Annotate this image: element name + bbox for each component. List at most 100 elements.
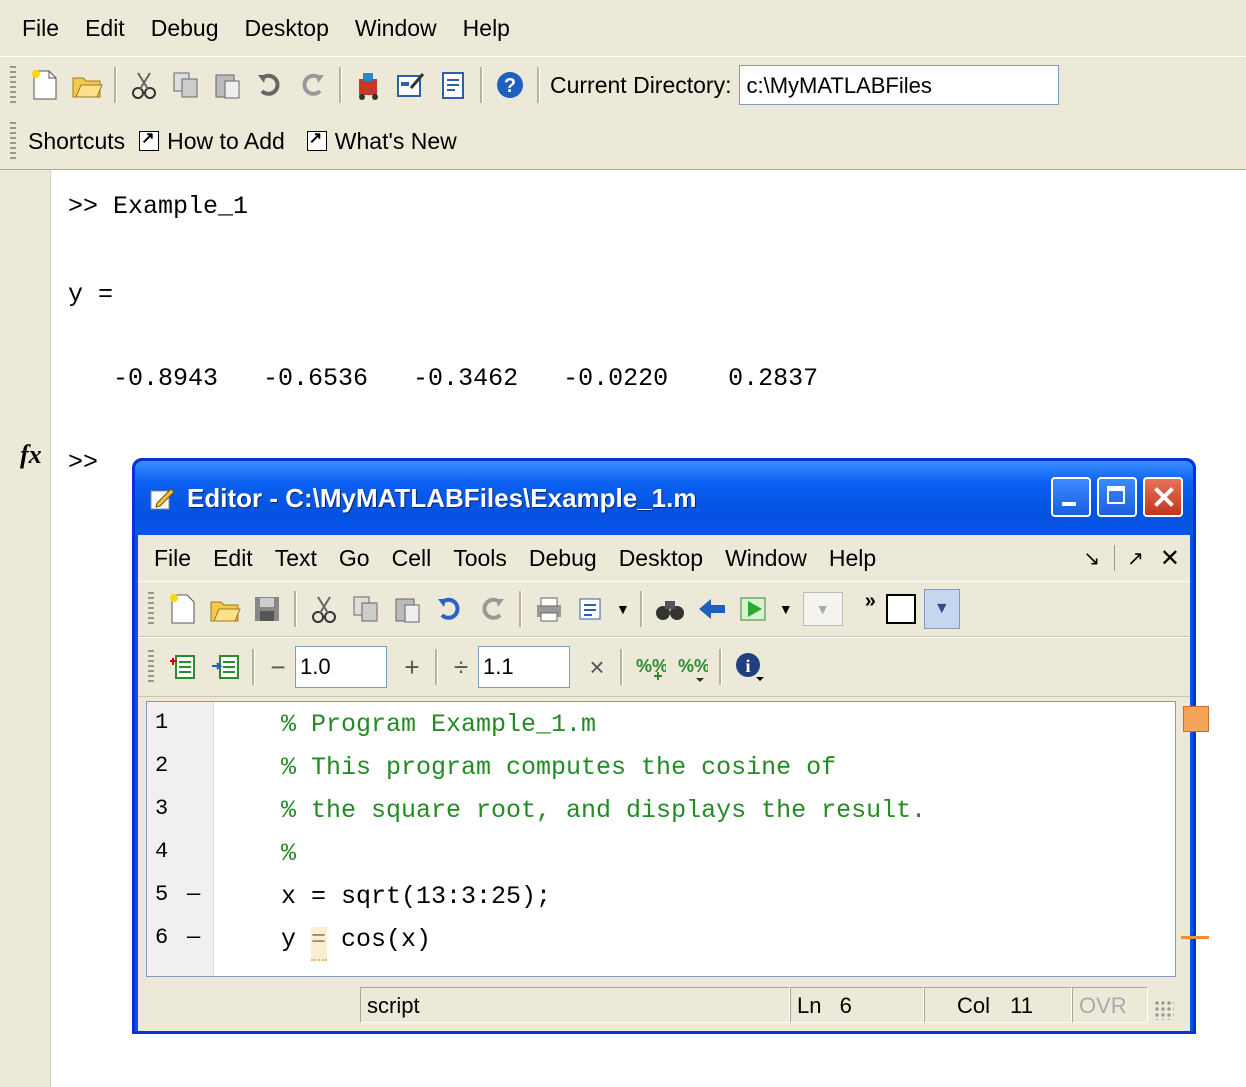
code-line[interactable]: 6 — y = cos(x) — [147, 921, 1157, 963]
editor-menu-tools[interactable]: Tools — [442, 545, 518, 572]
mlint-status-indicator[interactable] — [1183, 706, 1209, 732]
toolbar-grip[interactable] — [10, 66, 16, 104]
command-window-gutter — [0, 170, 51, 1087]
cell-toolbar-grip[interactable] — [148, 650, 154, 684]
info-icon[interactable]: i — [731, 647, 767, 687]
editor-menu-file[interactable]: File — [138, 545, 202, 572]
shortcut-how-to-add-label: How to Add — [167, 127, 285, 154]
multiply-value-input[interactable]: 1.1 — [478, 646, 570, 688]
editor-menu-desktop[interactable]: Desktop — [608, 545, 714, 572]
command-prompt[interactable]: >> — [68, 448, 98, 477]
guide-icon[interactable] — [393, 65, 429, 105]
decrement-button[interactable]: − — [261, 652, 295, 683]
editor-menu-help[interactable]: Help — [818, 545, 887, 572]
layout-dropdown[interactable]: ▼ — [923, 589, 960, 629]
save-icon[interactable] — [249, 589, 285, 629]
publish-icon[interactable] — [573, 589, 609, 629]
close-button[interactable] — [1143, 477, 1183, 517]
shortcut-whats-new[interactable]: What's New — [306, 128, 457, 155]
menu-window[interactable]: Window — [343, 0, 451, 56]
breakpoint-marker[interactable]: — — [187, 882, 200, 907]
insert-cell-divider-icon[interactable] — [165, 647, 201, 687]
command-line-1[interactable]: >> Example_1 — [68, 192, 248, 221]
code-line[interactable]: 2 % This program computes the cosine of — [147, 749, 1157, 791]
editor-menu-go[interactable]: Go — [328, 545, 381, 572]
code-line[interactable]: 1 % Program Example_1.m — [147, 706, 1157, 748]
find-binoculars-icon[interactable] — [652, 589, 688, 629]
current-directory-input[interactable]: c:\MyMATLABFiles — [739, 65, 1060, 105]
open-folder-icon[interactable] — [69, 65, 105, 105]
simulink-icon[interactable] — [351, 65, 387, 105]
evaluate-cell-icon[interactable] — [207, 647, 243, 687]
resize-grip-icon[interactable] — [1154, 1000, 1174, 1020]
redo-icon[interactable] — [474, 589, 510, 629]
help-icon[interactable]: ? — [492, 65, 528, 105]
editor-menu-debug[interactable]: Debug — [518, 545, 608, 572]
toolbar-separator — [620, 649, 623, 685]
editor-close-icon[interactable]: ✕ — [1160, 544, 1180, 573]
increment-value-input[interactable]: 1.0 — [295, 646, 387, 688]
open-folder-icon[interactable] — [207, 589, 243, 629]
increment-button[interactable]: + — [395, 652, 429, 683]
code-line[interactable]: 3 % the square root, and displays the re… — [147, 792, 1157, 834]
editor-toolbar: ▼ ▼ ▼ » ▼ — [138, 581, 1190, 637]
toolbar-separator — [639, 591, 643, 627]
undo-icon[interactable] — [252, 65, 288, 105]
back-arrow-icon[interactable] — [694, 589, 730, 629]
shortcuts-grip[interactable] — [10, 122, 16, 160]
maximize-button[interactable] — [1097, 477, 1137, 517]
fx-icon[interactable]: fx — [20, 440, 42, 470]
menu-debug[interactable]: Debug — [139, 0, 233, 56]
command-line-2[interactable]: y = — [68, 280, 113, 309]
cell-toolbar: − 1.0 + ÷ 1.1 × %% %% i — [138, 637, 1190, 697]
svg-text:%%: %% — [678, 656, 708, 676]
toolbar-overflow-icon[interactable]: » — [865, 590, 876, 613]
code-editor-area[interactable]: 1 % Program Example_1.m 2 % This program… — [146, 701, 1209, 977]
editor-menu-edit[interactable]: Edit — [202, 545, 264, 572]
editor-toolbar-grip[interactable] — [148, 592, 154, 626]
redo-icon[interactable] — [294, 65, 330, 105]
profiler-icon[interactable] — [435, 65, 471, 105]
chevron-down-icon[interactable]: ▼ — [616, 601, 630, 617]
undo-icon[interactable] — [432, 589, 468, 629]
divide-button[interactable]: ÷ — [444, 652, 478, 683]
code-line[interactable]: 5 — x = sqrt(13:3:25); — [147, 878, 1157, 920]
run-icon[interactable] — [736, 589, 772, 629]
editor-menu-text[interactable]: Text — [264, 545, 328, 572]
code-line[interactable]: 4 % — [147, 835, 1157, 877]
cut-icon[interactable] — [306, 589, 342, 629]
paste-icon[interactable] — [210, 65, 246, 105]
editor-title-bar[interactable]: Editor - C:\MyMATLABFiles\Example_1.m — [135, 461, 1193, 535]
editor-menu-cell[interactable]: Cell — [381, 545, 443, 572]
line-number: 4 — [155, 839, 169, 864]
code-text: y = cos(x) — [281, 925, 432, 954]
mlint-warning-marker[interactable] — [1181, 936, 1209, 939]
copy-icon[interactable] — [348, 589, 384, 629]
show-cell-titles-icon[interactable]: %% — [632, 647, 668, 687]
editor-menu-window[interactable]: Window — [714, 545, 818, 572]
menu-file[interactable]: File — [0, 0, 73, 56]
layout-checkbox[interactable] — [885, 594, 916, 624]
copy-icon[interactable] — [168, 65, 204, 105]
undock-icon[interactable]: ↗ — [1127, 546, 1144, 571]
breakpoint-marker[interactable]: — — [187, 925, 200, 950]
multiply-button[interactable]: × — [580, 652, 614, 683]
hide-cell-titles-icon[interactable]: %% — [674, 647, 710, 687]
new-file-icon[interactable] — [165, 589, 201, 629]
print-icon[interactable] — [531, 589, 567, 629]
dock-icon[interactable]: ↘ — [1083, 546, 1100, 571]
minimize-button[interactable] — [1051, 477, 1091, 517]
chevron-down-icon[interactable]: ▼ — [779, 601, 793, 617]
shortcuts-toolbar: Shortcuts How to Add What's New — [0, 113, 1246, 170]
toolbar-separator — [519, 591, 522, 627]
menu-desktop[interactable]: Desktop — [232, 0, 342, 56]
stack-dropdown[interactable]: ▼ — [802, 592, 843, 626]
command-line-3[interactable]: -0.8943 -0.6536 -0.3462 -0.0220 0.2837 — [68, 364, 818, 393]
paste-icon[interactable] — [390, 589, 426, 629]
menu-help[interactable]: Help — [451, 0, 524, 56]
new-file-icon[interactable] — [27, 65, 63, 105]
cut-icon[interactable] — [126, 65, 162, 105]
shortcut-how-to-add[interactable]: How to Add — [139, 128, 285, 155]
menu-edit[interactable]: Edit — [73, 0, 139, 56]
status-column: Col 11 — [924, 987, 1072, 1023]
